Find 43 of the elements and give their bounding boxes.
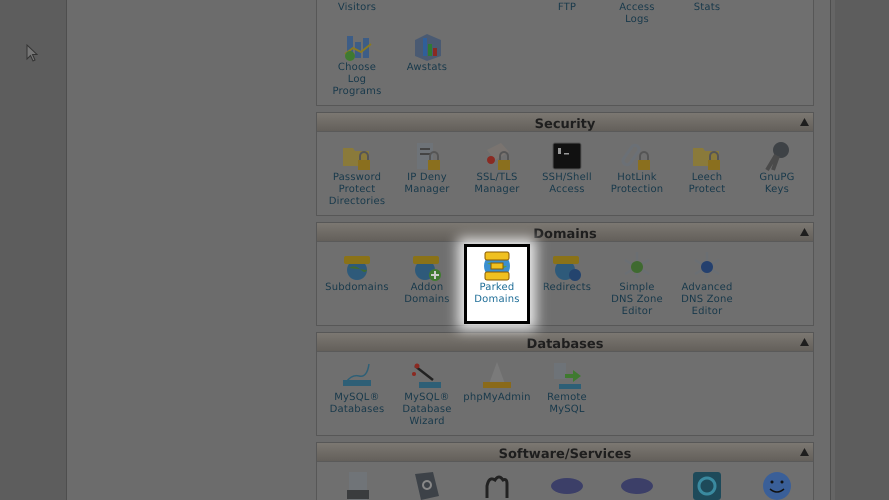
- globe-icon: [481, 250, 513, 282]
- feature-link[interactable]: Redirects: [532, 248, 602, 320]
- feature-link[interactable]: GnuPG Keys: [742, 138, 812, 210]
- section-title: Domains: [533, 227, 597, 242]
- feature-link[interactable]: Password Protect Directories: [322, 138, 392, 210]
- section-title: Security: [534, 117, 596, 132]
- feature-link[interactable]: MySQL® Databases: [322, 358, 392, 430]
- php-logo-icon: [551, 478, 583, 494]
- feature-link[interactable]: Choose Log Programs: [322, 28, 392, 100]
- square-logo-icon: [691, 470, 723, 500]
- server-arrow-icon: [551, 360, 583, 392]
- feature-link[interactable]: Awstats: [392, 28, 462, 100]
- terminal-icon: [551, 140, 583, 172]
- feature-link[interactable]: phpMyAdmin: [462, 358, 532, 430]
- mouse-cursor-icon: [26, 44, 38, 62]
- feature-link[interactable]: IP Deny Manager: [392, 138, 462, 210]
- feature-label[interactable]: Stats: [694, 2, 720, 14]
- feature-link[interactable]: Subdomains: [322, 248, 392, 320]
- feature-link[interactable]: Advanced DNS Zone Editor: [672, 248, 742, 320]
- smiley-icon: [761, 470, 793, 500]
- collapse-icon[interactable]: [800, 228, 809, 236]
- php-logo-icon: [621, 478, 653, 494]
- feature-link[interactable]: Simple DNS Zone Editor: [602, 248, 672, 320]
- section-header[interactable]: Security: [317, 113, 813, 132]
- feature-link[interactable]: Leech Protect: [672, 138, 742, 210]
- feature-link[interactable]: HotLink Protection: [602, 138, 672, 210]
- section-title: Software/Services: [498, 447, 632, 462]
- feature-link[interactable]: Addon Domains: [392, 248, 462, 320]
- feature-link[interactable]: Parked Domains: [464, 244, 530, 324]
- feature-link[interactable]: Remote MySQL: [532, 358, 602, 430]
- section-title: Databases: [526, 337, 604, 352]
- section-header[interactable]: Domains: [317, 223, 813, 242]
- feature-link[interactable]: MySQL® Database Wizard: [392, 358, 462, 430]
- feature-label[interactable]: Access Logs: [619, 2, 655, 26]
- collapse-icon[interactable]: [800, 118, 809, 126]
- feature-link[interactable]: SSH/Shell Access: [532, 138, 602, 210]
- feature-link[interactable]: SSL/TLS Manager: [462, 138, 532, 210]
- feature-label[interactable]: Visitors: [338, 2, 376, 14]
- section-header[interactable]: Databases: [317, 333, 813, 352]
- collapse-icon[interactable]: [800, 448, 809, 456]
- feature-label[interactable]: FTP: [558, 2, 576, 14]
- collapse-icon[interactable]: [800, 338, 809, 346]
- section-header[interactable]: Software/Services: [317, 443, 813, 462]
